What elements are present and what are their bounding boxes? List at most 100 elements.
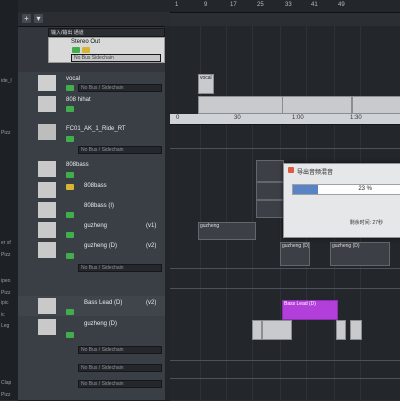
midi-clip[interactable]: guzheng (D): [330, 242, 390, 266]
audio-clip[interactable]: vocal: [198, 74, 214, 94]
midi-clip[interactable]: [256, 200, 284, 218]
track-808-hihat[interactable]: 808 hihat: [18, 94, 170, 115]
ruler-number: 0: [176, 115, 180, 121]
track-color-chip: [38, 298, 56, 314]
mute-button[interactable]: [66, 85, 74, 91]
clip-label: guzheng (D): [282, 243, 310, 249]
routing-field[interactable]: No Bus / Sidechain: [78, 380, 162, 388]
track-color-chip: [38, 222, 56, 238]
track-list-toolbar: + ▾: [18, 12, 170, 27]
stereo-field[interactable]: No Bus Sidechain: [71, 54, 161, 62]
clip-label: Bass Lead (D): [284, 301, 316, 307]
dialog-title: 导出音频混音: [297, 170, 334, 176]
midi-clip[interactable]: [256, 182, 284, 200]
track-name: guzheng (D): [84, 243, 118, 249]
app-icon: [288, 167, 294, 173]
track-808bass-1[interactable]: 808bass: [18, 158, 170, 181]
midi-clip[interactable]: [336, 320, 346, 340]
ruler-number: 17: [230, 2, 237, 8]
routing-field[interactable]: No Bus / Sidechain: [78, 346, 162, 354]
routing-field[interactable]: No Bus / Sidechain: [78, 146, 162, 154]
input-output-header: 输入/输出 通道: [48, 28, 165, 37]
mute-button[interactable]: [72, 47, 80, 53]
track-color-chip: [38, 124, 56, 140]
inspector-panel: ide_l Pizz er sf Pizz ipeo Pizz ipic ic …: [0, 0, 19, 400]
ruler-number: 1:30: [350, 115, 362, 121]
ruler-number: 25: [257, 2, 264, 8]
mute-button[interactable]: [66, 212, 74, 218]
inspector-label: Pizz: [1, 130, 11, 136]
track-bass-lead[interactable]: Bass Lead (D) (v2): [18, 296, 170, 317]
track-vocal[interactable]: vocal No Bus / Sidechain: [18, 72, 170, 95]
ruler-number: 33: [285, 2, 292, 8]
inspector-label: er sf: [1, 240, 11, 246]
midi-clip-selected[interactable]: Bass Lead (D): [282, 300, 338, 320]
mute-button[interactable]: [66, 106, 74, 112]
inspector-label: Clap: [1, 380, 12, 386]
mute-button[interactable]: [66, 332, 74, 338]
mute-button[interactable]: [66, 232, 74, 238]
midi-clip[interactable]: [252, 320, 262, 340]
progress-bar: 23 %: [292, 184, 400, 195]
grid-line: [226, 26, 227, 400]
progress-label: 23 %: [358, 186, 372, 192]
mute-button[interactable]: [66, 136, 74, 142]
routing-field[interactable]: No Bus / Sidechain: [78, 264, 162, 272]
midi-clip[interactable]: guzheng: [198, 222, 256, 240]
inspector-label: Pizz: [1, 290, 11, 296]
automation-line[interactable]: [170, 360, 400, 361]
track-name: guzheng (D): [84, 321, 118, 327]
automation-line[interactable]: [170, 148, 400, 149]
inspector-label: Pizz: [1, 252, 11, 258]
track-ride[interactable]: FC01_AK_1_Ride_RT No Bus / Sidechain: [18, 114, 170, 159]
track-version-tag: (v2): [146, 300, 157, 306]
track-color-chip: [38, 319, 56, 335]
solo-button[interactable]: [82, 47, 90, 53]
routing-field[interactable]: No Bus / Sidechain: [78, 364, 162, 372]
track-color-chip: [38, 96, 56, 112]
midi-clip[interactable]: [350, 320, 362, 340]
automation-line[interactable]: [170, 378, 400, 379]
track-guzheng-d2[interactable]: guzheng (D) No Bus / Sidechain No Bus / …: [18, 316, 170, 401]
ruler-number: 30: [234, 115, 241, 121]
track-version-tag: (v1): [146, 223, 157, 229]
automation-line[interactable]: [170, 288, 400, 289]
add-track-icon[interactable]: +: [22, 14, 31, 23]
inspector-label: Pizz: [1, 392, 11, 398]
stereo-out-track[interactable]: Stereo Out No Bus Sidechain: [48, 37, 165, 63]
inspector-label: ipeo: [1, 278, 11, 284]
routing-field[interactable]: No Bus / Sidechain: [78, 84, 162, 92]
audio-clip[interactable]: [352, 96, 400, 114]
progress-fill: [293, 185, 319, 194]
solo-button[interactable]: [66, 184, 74, 190]
track-color-chip: [38, 75, 56, 91]
track-name: vocal: [66, 76, 81, 82]
midi-clip[interactable]: [256, 160, 284, 182]
automation-line[interactable]: [170, 268, 400, 269]
ruler-number: 49: [338, 2, 345, 8]
collapse-icon[interactable]: ▾: [34, 14, 43, 23]
midi-clip[interactable]: guzheng (D): [280, 242, 310, 266]
track-name: FC01_AK_1_Ride_RT: [66, 126, 126, 132]
mute-button[interactable]: [66, 309, 74, 315]
track-808bass-2[interactable]: 808bass: [18, 180, 170, 201]
inspector-label: ipic: [1, 300, 9, 306]
track-guzheng-d[interactable]: guzheng (D) (v2) No Bus / Sidechain: [18, 240, 170, 297]
track-color-chip: [38, 202, 56, 218]
track-808bass-3[interactable]: 808bass (I): [18, 200, 170, 221]
track-name: 808 hihat: [66, 97, 91, 103]
ruler-number: 41: [311, 2, 318, 8]
track-name: 808bass: [66, 162, 89, 168]
ruler-number: 1: [175, 2, 179, 8]
clip-label: vocal: [200, 75, 212, 81]
midi-clip[interactable]: [262, 320, 292, 340]
track-guzheng[interactable]: guzheng (v1): [18, 220, 170, 241]
audio-clip[interactable]: [282, 96, 352, 114]
time-ruler[interactable]: 0 30 1:00 1:30: [170, 114, 400, 125]
mute-button[interactable]: [66, 172, 74, 178]
mute-button[interactable]: [66, 253, 74, 259]
audio-clip[interactable]: [198, 96, 284, 114]
inspector-label: ide_l: [1, 78, 12, 84]
ruler-number: 9: [204, 2, 208, 8]
clip-label: guzheng (D): [332, 243, 360, 249]
